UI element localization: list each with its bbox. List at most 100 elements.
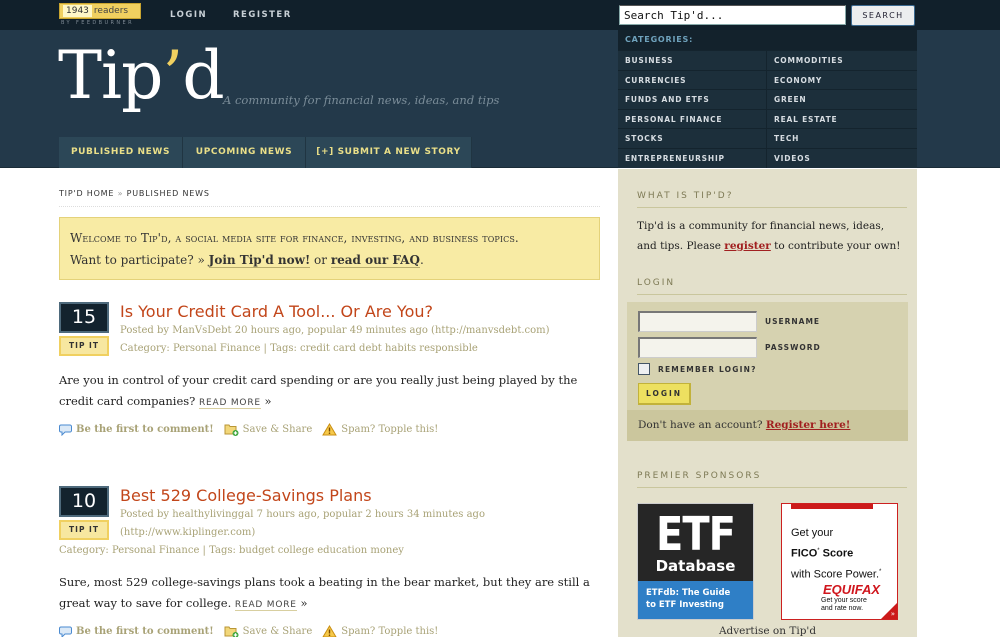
sponsors-heading: PREMIER SPONSORS xyxy=(637,471,907,488)
spam-link[interactable]: Spam? Topple this! xyxy=(322,625,438,637)
equifax-ad[interactable]: Get your FICO* Score with Score Power.* … xyxy=(781,503,898,620)
breadcrumb: TIP'D HOME » PUBLISHED NEWS xyxy=(59,189,600,207)
equifax-ad-line3: with Score Power. xyxy=(791,568,880,581)
welcome-prompt: Want to participate? » xyxy=(70,253,209,267)
warning-icon xyxy=(322,423,338,436)
what-is-text-2: to contribute your own! xyxy=(770,240,901,252)
login-form: USERNAME PASSWORD REMEMBER LOGIN? LOGIN xyxy=(627,302,908,410)
read-more-link[interactable]: READ MORE xyxy=(198,398,261,409)
story-title[interactable]: Best 529 College-Savings Plans xyxy=(120,486,600,506)
etf-database-ad[interactable]: ETF Database ETFdb: The Guide to ETF Inv… xyxy=(637,503,754,620)
feedburner-badge[interactable]: 1943 readers xyxy=(59,3,141,19)
what-is-heading: WHAT IS TIP'D? xyxy=(637,191,907,208)
reader-unit: readers xyxy=(93,6,129,16)
tip-it-button[interactable]: TIP IT xyxy=(59,520,109,540)
username-row: USERNAME xyxy=(638,311,908,332)
username-label: USERNAME xyxy=(765,317,821,326)
story-actions: Be the first to comment! Save & Share Sp… xyxy=(59,423,600,436)
remember-checkbox[interactable] xyxy=(638,363,650,375)
read-more-link[interactable]: READ MORE xyxy=(234,600,297,611)
vote-count: 15 xyxy=(59,302,109,333)
category-business[interactable]: BUSINESS xyxy=(618,50,767,70)
main-content: TIP'D HOME » PUBLISHED NEWS Welcome to T… xyxy=(59,169,600,637)
category-green[interactable]: GREEN xyxy=(767,89,917,109)
comment-bubble-icon xyxy=(59,626,72,637)
site-tagline: A community for financial news, ideas, a… xyxy=(223,93,500,107)
nav-upcoming-news[interactable]: UPCOMING NEWS xyxy=(183,137,306,168)
search-button[interactable]: SEARCH xyxy=(851,5,915,26)
equifax-ad-cta-line1: Get your score xyxy=(821,597,867,604)
comment-link[interactable]: Be the first to comment! xyxy=(59,626,214,637)
spam-label: Spam? Topple this! xyxy=(341,626,439,637)
save-share-label: Save & Share xyxy=(242,626,313,637)
story-item: 15 TIP IT Is Your Credit Card A Tool... … xyxy=(59,302,600,436)
site-logo[interactable]: Tip’d xyxy=(58,43,225,109)
story-actions: Be the first to comment! Save & Share Sp… xyxy=(59,625,600,637)
advertise-link[interactable]: Advertise on Tip'd xyxy=(618,625,917,637)
login-button[interactable]: LOGIN xyxy=(638,383,691,405)
login-link[interactable]: LOGIN xyxy=(170,10,207,20)
what-is-text: Tip'd is a community for financial news,… xyxy=(637,216,907,256)
category-commodities[interactable]: COMMODITIES xyxy=(767,50,917,70)
spam-label: Spam? Topple this! xyxy=(341,424,439,435)
category-economy[interactable]: ECONOMY xyxy=(767,69,917,90)
logo-apostrophe: ’ xyxy=(162,37,183,114)
etf-ad-subtitle: Database xyxy=(655,557,736,575)
category-personal-finance[interactable]: PERSONAL FINANCE xyxy=(618,108,767,129)
breadcrumb-separator: » xyxy=(114,189,127,198)
story-item: 10 TIP IT Best 529 College-Savings Plans… xyxy=(59,486,600,637)
feedburner-credit: BY FEEDBURNER xyxy=(61,20,134,26)
logo-text: Tip xyxy=(58,37,163,114)
username-input[interactable] xyxy=(638,311,757,332)
vote-count: 10 xyxy=(59,486,109,517)
no-account-text: Don't have an account? xyxy=(638,419,766,431)
save-share-link[interactable]: Save & Share xyxy=(224,625,313,637)
categories-panel: CATEGORIES: BUSINESS COMMODITIES CURRENC… xyxy=(618,30,917,168)
register-here-link[interactable]: Register here! xyxy=(766,419,851,431)
equifax-ad-top-bar xyxy=(791,504,873,509)
categories-list: BUSINESS COMMODITIES CURRENCIES ECONOMY … xyxy=(618,50,917,168)
category-tech[interactable]: TECH xyxy=(767,128,917,148)
category-funds-and-etfs[interactable]: FUNDS AND ETFS xyxy=(618,89,767,109)
etf-ad-footer: ETFdb: The Guide to ETF Investing xyxy=(638,581,753,619)
folder-add-icon xyxy=(224,424,239,436)
nav-published-news[interactable]: PUBLISHED NEWS xyxy=(59,137,183,168)
category-videos[interactable]: VIDEOS xyxy=(767,147,917,168)
category-currencies[interactable]: CURRENCIES xyxy=(618,69,767,90)
remember-row: REMEMBER LOGIN? xyxy=(638,363,908,375)
welcome-banner: Welcome to Tip'd, a social media site fo… xyxy=(59,217,600,280)
story-category-tags: Category: Personal Finance | Tags: budge… xyxy=(59,545,404,556)
register-link[interactable]: REGISTER xyxy=(233,10,292,20)
category-stocks[interactable]: STOCKS xyxy=(618,128,767,148)
tip-it-button[interactable]: TIP IT xyxy=(59,336,109,356)
warning-icon xyxy=(322,625,337,637)
logo-text-end: d xyxy=(182,37,224,114)
faq-link[interactable]: read our FAQ xyxy=(330,253,420,268)
equifax-ad-score: Score xyxy=(819,547,854,560)
equifax-ad-line1: Get your xyxy=(791,527,834,539)
vote-box: 10 TIP IT xyxy=(59,486,109,540)
sidebar: WHAT IS TIP'D? Tip'd is a community for … xyxy=(618,169,917,637)
save-share-link[interactable]: Save & Share xyxy=(224,423,312,436)
etf-ad-footer-line1: ETFdb: The Guide xyxy=(646,588,731,598)
breadcrumb-current: PUBLISHED NEWS xyxy=(126,189,210,198)
story-category-tags: Category: Personal Finance | Tags: credi… xyxy=(120,343,478,354)
password-input[interactable] xyxy=(638,337,757,358)
double-chevron-icon: » xyxy=(890,610,895,618)
category-entrepreneurship[interactable]: ENTREPRENEURSHIP xyxy=(618,147,767,168)
spam-link[interactable]: Spam? Topple this! xyxy=(322,423,438,436)
welcome-or: or xyxy=(310,253,331,267)
sidebar-register-link[interactable]: register xyxy=(724,240,771,252)
comment-link[interactable]: Be the first to comment! xyxy=(59,424,214,436)
categories-heading: CATEGORIES: xyxy=(618,30,917,50)
search-input[interactable] xyxy=(619,5,846,25)
join-link[interactable]: Join Tip'd now! xyxy=(208,253,311,268)
register-prompt: Don't have an account? Register here! xyxy=(627,410,908,441)
comment-label: Be the first to comment! xyxy=(76,424,214,435)
vote-box: 15 TIP IT xyxy=(59,302,109,356)
read-more-arrow: » xyxy=(260,394,272,408)
category-real-estate[interactable]: REAL ESTATE xyxy=(767,108,917,129)
nav-submit-story[interactable]: [+] SUBMIT A NEW STORY xyxy=(306,137,472,168)
story-title[interactable]: Is Your Credit Card A Tool... Or Are You… xyxy=(120,302,600,322)
breadcrumb-home[interactable]: TIP'D HOME xyxy=(59,189,114,198)
